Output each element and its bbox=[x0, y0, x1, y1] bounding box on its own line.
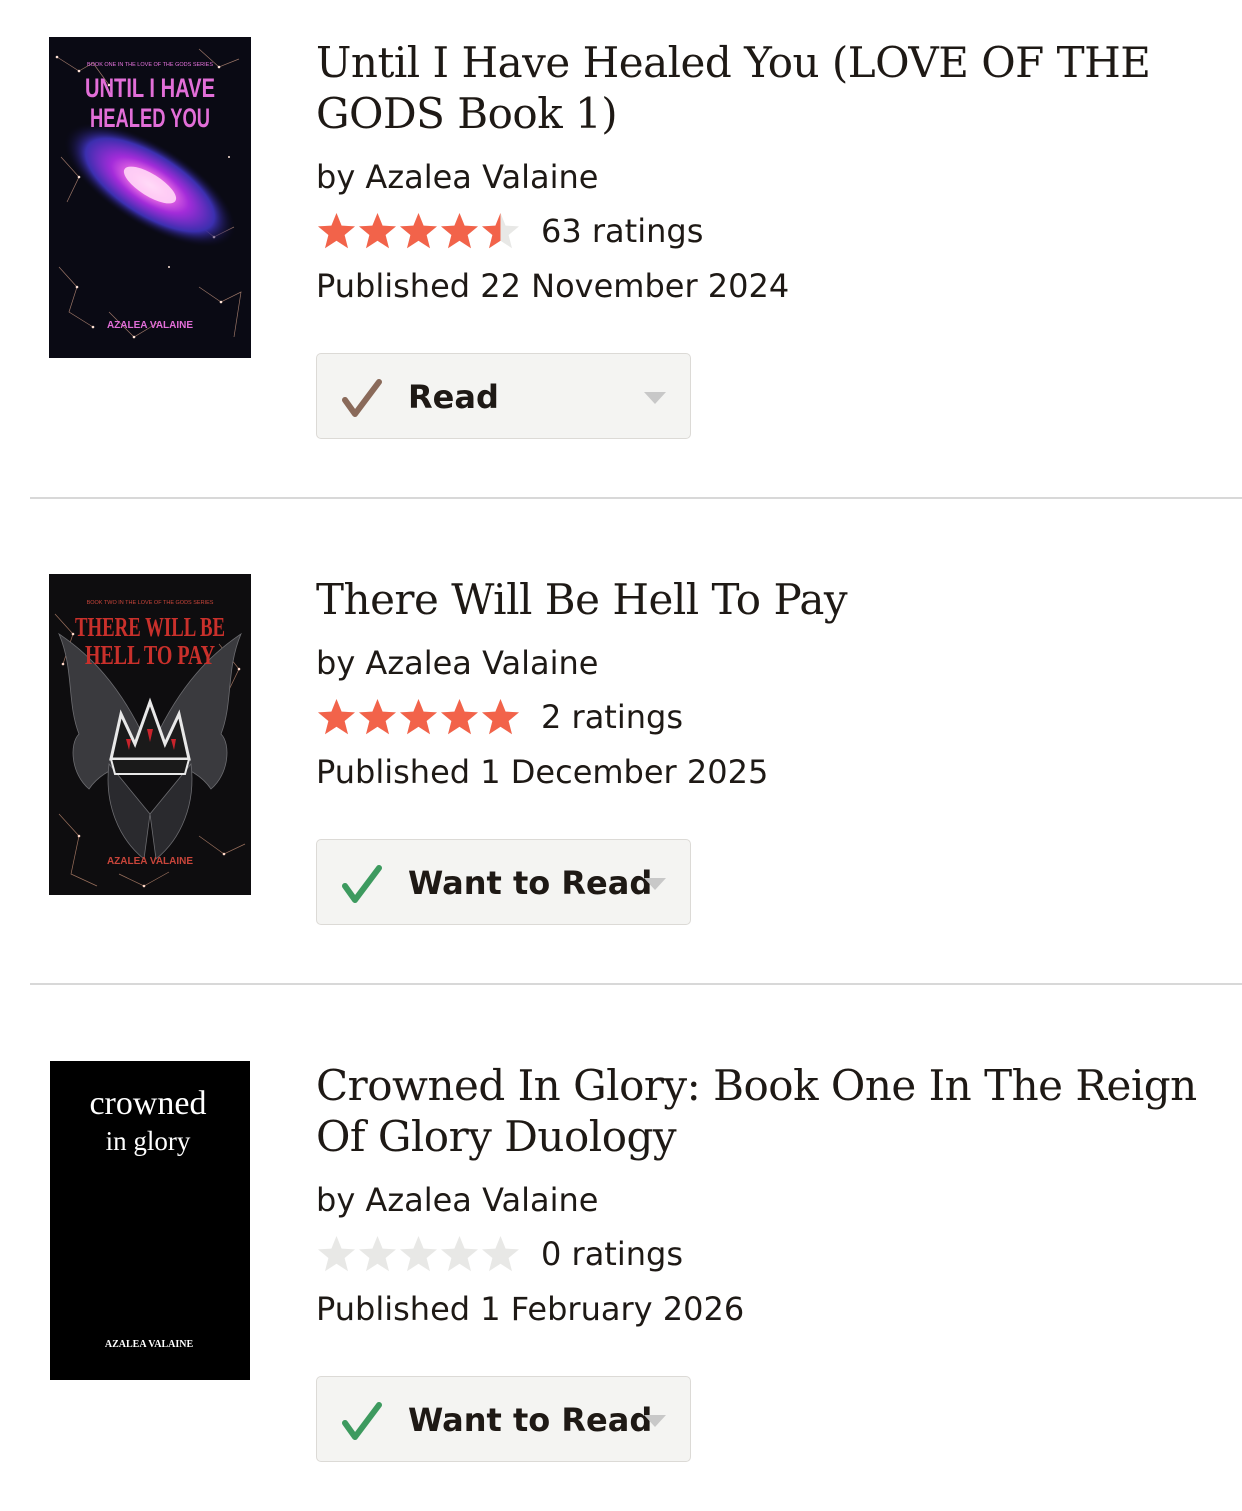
star-rating bbox=[316, 1234, 521, 1274]
star-rating bbox=[316, 697, 521, 737]
book-cover[interactable]: BOOK ONE IN THE LOVE OF THE GODS SERIES … bbox=[49, 37, 251, 358]
book-cover[interactable]: crowned in glory AZALEA VALAINE bbox=[50, 1061, 250, 1380]
ratings-count[interactable]: 63 ratings bbox=[541, 211, 703, 251]
cover-title-line1: crowned bbox=[89, 1085, 206, 1122]
cover-title-line2: HELL TO PAY bbox=[85, 640, 215, 670]
star-icon bbox=[318, 213, 355, 249]
chevron-down-icon[interactable] bbox=[644, 878, 666, 890]
star-icon bbox=[359, 699, 396, 735]
shelf-button[interactable]: Read bbox=[316, 353, 691, 439]
book-author[interactable]: by Azalea Valaine bbox=[316, 157, 1216, 197]
star-icon bbox=[359, 1236, 396, 1272]
chevron-down-icon[interactable] bbox=[644, 392, 666, 404]
book-item: BOOK TWO IN THE LOVE OF THE GODS SERIES … bbox=[0, 498, 1242, 984]
cover-title-line1: UNTIL I HAVE bbox=[85, 73, 215, 103]
star-icon bbox=[482, 699, 519, 735]
book-info: There Will Be Hell To Pay by Azalea Vala… bbox=[316, 574, 1216, 793]
book-info: Crowned In Glory: Book One In The Reign … bbox=[316, 1060, 1216, 1330]
rating-row: 63 ratings bbox=[316, 211, 1216, 251]
cover-series-text: BOOK ONE IN THE LOVE OF THE GODS SERIES bbox=[87, 62, 213, 68]
rating-row: 2 ratings bbox=[316, 697, 1216, 737]
star-rating bbox=[316, 211, 521, 251]
cover-author: AZALEA VALAINE bbox=[105, 1339, 194, 1350]
cover-author: AZALEA VALAINE bbox=[107, 856, 193, 867]
book-title[interactable]: Crowned In Glory: Book One In The Reign … bbox=[316, 1060, 1216, 1162]
ratings-count[interactable]: 2 ratings bbox=[541, 697, 683, 737]
cover-series-text: BOOK TWO IN THE LOVE OF THE GODS SERIES bbox=[87, 600, 214, 606]
book-title[interactable]: There Will Be Hell To Pay bbox=[316, 574, 1216, 625]
shelf-button[interactable]: Want to Read bbox=[316, 839, 691, 925]
rating-row: 0 ratings bbox=[316, 1234, 1216, 1274]
star-icon bbox=[482, 213, 519, 249]
cover-title-line1: THERE WILL BE bbox=[75, 612, 225, 642]
star-icon bbox=[318, 699, 355, 735]
star-icon bbox=[441, 213, 478, 249]
star-icon bbox=[359, 213, 396, 249]
ratings-count[interactable]: 0 ratings bbox=[541, 1234, 683, 1274]
cover-author: AZALEA VALAINE bbox=[107, 320, 193, 331]
check-icon bbox=[342, 1402, 382, 1440]
star-icon bbox=[441, 1236, 478, 1272]
check-icon bbox=[342, 379, 382, 417]
shelf-label: Want to Read bbox=[408, 1401, 653, 1439]
shelf-button[interactable]: Want to Read bbox=[316, 1376, 691, 1462]
book-author[interactable]: by Azalea Valaine bbox=[316, 643, 1216, 683]
star-icon bbox=[400, 699, 437, 735]
chevron-down-icon[interactable] bbox=[644, 1415, 666, 1427]
cover-title-line2: HEALED YOU bbox=[90, 103, 210, 133]
published-date: Published 22 November 2024 bbox=[316, 267, 790, 305]
book-title[interactable]: Until I Have Healed You (LOVE OF THE GOD… bbox=[316, 37, 1216, 139]
published-date: Published 1 February 2026 bbox=[316, 1290, 745, 1328]
book-author[interactable]: by Azalea Valaine bbox=[316, 1180, 1216, 1220]
star-icon bbox=[482, 1236, 519, 1272]
star-icon bbox=[318, 1236, 355, 1272]
star-icon bbox=[400, 1236, 437, 1272]
star-icon bbox=[441, 699, 478, 735]
shelf-label: Read bbox=[408, 378, 499, 416]
cover-title-line2: in glory bbox=[106, 1126, 191, 1156]
book-info: Until I Have Healed You (LOVE OF THE GOD… bbox=[316, 37, 1216, 307]
star-icon bbox=[400, 213, 437, 249]
book-item: BOOK ONE IN THE LOVE OF THE GODS SERIES … bbox=[0, 0, 1242, 498]
check-icon bbox=[342, 865, 382, 903]
book-item: crowned in glory AZALEA VALAINE Crowned … bbox=[0, 984, 1242, 1511]
book-cover[interactable]: BOOK TWO IN THE LOVE OF THE GODS SERIES … bbox=[49, 574, 251, 895]
published-date: Published 1 December 2025 bbox=[316, 753, 769, 791]
shelf-label: Want to Read bbox=[408, 864, 653, 902]
